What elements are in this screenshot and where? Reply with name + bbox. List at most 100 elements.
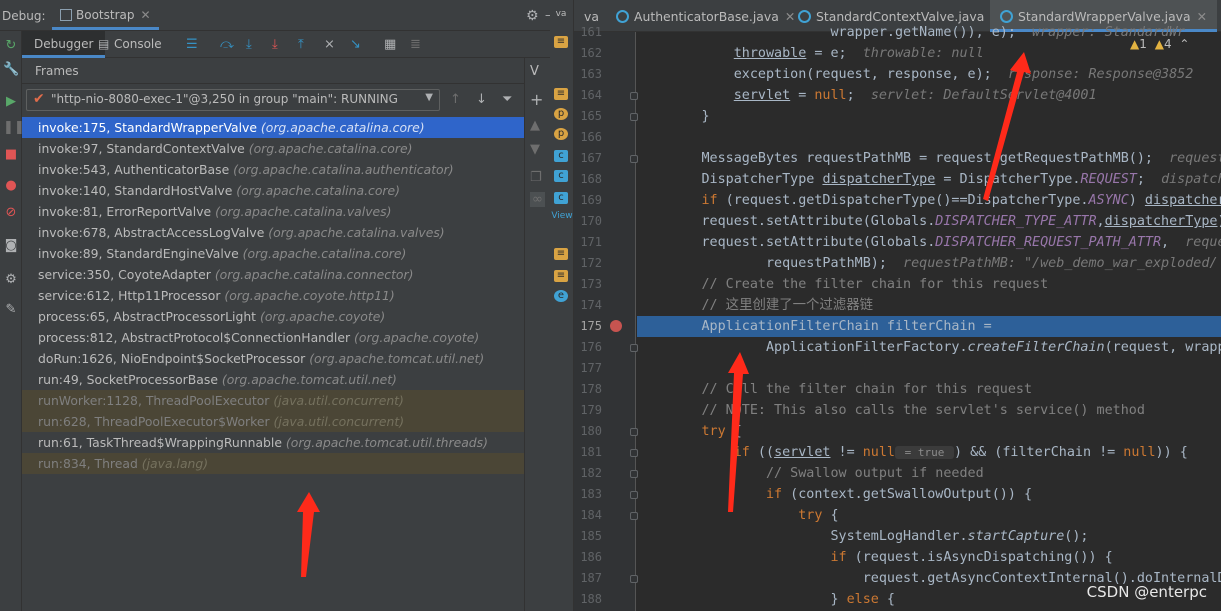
file-icon: ≡ [554,88,568,100]
stack-frame[interactable]: runWorker:1128, ThreadPoolExecutor (java… [22,390,524,411]
stack-frame[interactable]: invoke:678, AbstractAccessLogValve (org.… [22,222,524,243]
frame-method: process:65, AbstractProcessorLight [38,309,260,324]
frame-method: invoke:97, StandardContextValve [38,141,249,156]
copy-icon[interactable]: ❐ [530,170,542,185]
drop-frame-icon[interactable]: ⨯ [324,37,335,52]
stack-frame[interactable]: process:65, AbstractProcessorLight (org.… [22,306,524,327]
tab-console-label: Console [114,37,162,51]
camera-icon[interactable]: ◙ [3,239,19,253]
frame-method: run:49, SocketProcessorBase [38,372,222,387]
frame-package: (java.util.concurrent) [273,414,405,429]
frame-method: doRun:1626, NioEndpoint$SocketProcessor [38,351,310,366]
settings-icon[interactable]: ⚙ [3,273,19,287]
stack-frame[interactable]: invoke:89, StandardEngineValve (org.apac… [22,243,524,264]
chevron-up-icon[interactable]: ⌃ [1179,37,1189,51]
arrow-down-icon[interactable]: ▼ [530,142,540,157]
stack-frame[interactable]: service:350, CoyoteAdapter (org.apache.c… [22,264,524,285]
line-number: 184 [580,508,602,522]
step-out-icon[interactable]: ⤒ [298,37,304,52]
frame-method: invoke:543, AuthenticatorBase [38,162,234,177]
frame-package: (org.apache.coyote) [259,309,386,324]
project-strip: va ≡ ≡ p p c c c View ≡ ≡ e [550,0,574,611]
session-tab-label: Bootstrap [76,8,135,22]
debugger-subtabs: Debugger ▤ Console ☰ ⤼ ⤓ ⤓ ⤒ ⨯ ↘ ▦ ≣ [22,31,550,58]
arrow-up-icon[interactable]: ▲ [530,118,540,133]
step-over-icon[interactable]: ⤼ [220,37,234,52]
line-number: 170 [580,214,602,228]
frame-package: (org.apache.catalina.authenticator) [233,162,454,177]
stack-frame[interactable]: service:612, Http11Processor (org.apache… [22,285,524,306]
mute-breakpoints-icon[interactable]: ⊘ [3,206,19,220]
session-tab-bootstrap[interactable]: Bootstrap ✕ [52,3,159,30]
arrow-down-icon[interactable]: ↓ [476,92,487,107]
wrench-icon[interactable]: 🔧 [3,63,19,77]
force-step-into-icon[interactable]: ⤓ [272,37,278,52]
variables-label: V [530,64,539,79]
frames-title: Frames [35,64,79,78]
code-line: if (request.isAsyncDispatching()) { [830,550,1113,565]
pause-icon[interactable]: ❚❚ [3,121,25,135]
evaluate-icon[interactable]: ▦ [384,37,396,52]
code-line: } [637,109,710,124]
rerun-icon[interactable]: ↻ [3,39,19,53]
filter-icon[interactable]: ⏷ [502,92,512,107]
class-icon: c [554,170,568,182]
line-number: 167 [580,151,602,165]
stack-frame[interactable]: invoke:543, AuthenticatorBase (org.apach… [22,159,524,180]
variables-pane-edge: V + ▲ ▼ ❐ ∞ [524,58,550,611]
stack-frame[interactable]: invoke:175, StandardWrapperValve (org.ap… [22,117,524,138]
frame-method: invoke:678, AbstractAccessLogValve [38,225,269,240]
frames-header: Frames [22,58,524,84]
resume-icon[interactable]: ▶ [3,95,19,109]
tab-console[interactable]: ▤ Console [98,31,174,58]
line-number: 174 [580,298,602,312]
stack-frame[interactable]: run:49, SocketProcessorBase (org.apache.… [22,369,524,390]
view-breakpoints-icon[interactable]: ● [3,179,19,193]
breakpoint-icon[interactable] [610,320,622,332]
stop-icon[interactable]: ■ [3,148,19,162]
close-icon[interactable]: ✕ [140,8,150,22]
tab-debugger[interactable]: Debugger [22,31,106,58]
arrow-up-icon[interactable]: ↑ [450,92,461,107]
stack-frame[interactable]: invoke:97, StandardContextValve (org.apa… [22,138,524,159]
check-icon: ✔ [33,91,45,107]
code-area[interactable]: wrapper.getName()), e); wrapper: Standar… [637,25,1221,611]
menu-icon[interactable]: ☰ [186,37,198,52]
inspection-widget[interactable]: ▲1 ▲4 ⌃ [1130,37,1189,51]
frame-method: invoke:81, ErrorReportValve [38,204,216,219]
add-icon[interactable]: + [530,90,543,109]
stack-frame[interactable]: invoke:140, StandardHostValve (org.apach… [22,180,524,201]
chevron-down-icon: ▼ [425,92,433,103]
file-icon: ≡ [554,248,568,260]
stack-frame[interactable]: run:61, TaskThread$WrappingRunnable (org… [22,432,524,453]
class-icon: c [554,192,568,204]
frame-method: service:612, Http11Processor [38,288,225,303]
frame-package: (java.util.concurrent) [273,393,404,408]
frame-method: process:812, AbstractProtocol$Connection… [38,330,354,345]
line-number: 176 [580,340,602,354]
frame-package: (org.apache.catalina.valves) [268,225,445,240]
line-number: 180 [580,424,602,438]
code-line: SystemLogHandler.startCapture(); [637,529,1089,544]
run-to-cursor-icon[interactable]: ↘ [350,37,361,52]
glasses-icon[interactable]: ∞ [530,192,545,207]
pin-icon[interactable]: ✎ [3,303,19,317]
trace-icon[interactable]: ≣ [410,37,421,52]
gear-icon[interactable]: ⚙ [526,8,539,24]
warning-count: 1 [1139,37,1147,51]
stack-frame[interactable]: run:628, ThreadPoolExecutor$Worker (java… [22,411,524,432]
code-line: // NOTE: This also calls the servlet's s… [701,403,1145,418]
code-line: ApplicationFilterChain filterChain = [637,316,1221,337]
step-into-icon[interactable]: ⤓ [246,37,252,52]
package-icon: p [554,108,568,120]
stack-frame[interactable]: invoke:81, ErrorReportValve (org.apache.… [22,201,524,222]
thread-dropdown[interactable]: ✔ "http-nio-8080-exec-1"@3,250 in group "… [26,89,440,111]
stack-frame[interactable]: run:834, Thread (java.lang) [22,453,524,474]
frame-method: invoke:175, StandardWrapperValve [38,120,261,135]
code-line: // Create the filter chain for this requ… [701,277,1049,292]
stack-frame[interactable]: process:812, AbstractProtocol$Connection… [22,327,524,348]
line-number: 172 [580,256,602,270]
stack-frame[interactable]: doRun:1626, NioEndpoint$SocketProcessor … [22,348,524,369]
code-line: ApplicationFilterFactory.createFilterCha… [637,340,1221,355]
frame-method: invoke:140, StandardHostValve [38,183,237,198]
